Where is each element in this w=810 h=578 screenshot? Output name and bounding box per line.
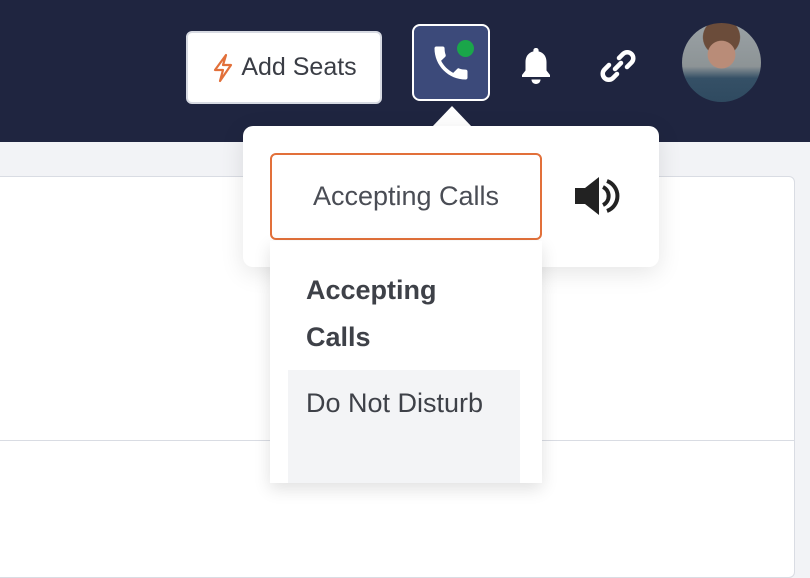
link-icon[interactable] [596, 44, 640, 88]
call-status-dropdown: Accepting Calls Do Not Disturb [270, 241, 542, 483]
call-status-select[interactable]: Accepting Calls [270, 153, 542, 240]
phone-status-button[interactable] [412, 24, 490, 101]
option-do-not-disturb[interactable]: Do Not Disturb [288, 370, 520, 483]
bell-icon[interactable] [516, 44, 556, 88]
popover-arrow [432, 106, 472, 127]
speaker-icon[interactable] [572, 172, 622, 220]
option-accepting-calls[interactable]: Accepting Calls [288, 257, 520, 371]
call-status-value: Accepting Calls [312, 181, 500, 211]
add-seats-button[interactable]: Add Seats [186, 31, 382, 104]
add-seats-label: Add Seats [241, 53, 357, 81]
status-dot [457, 40, 474, 57]
user-avatar[interactable] [682, 23, 761, 102]
lightning-icon [214, 53, 233, 82]
